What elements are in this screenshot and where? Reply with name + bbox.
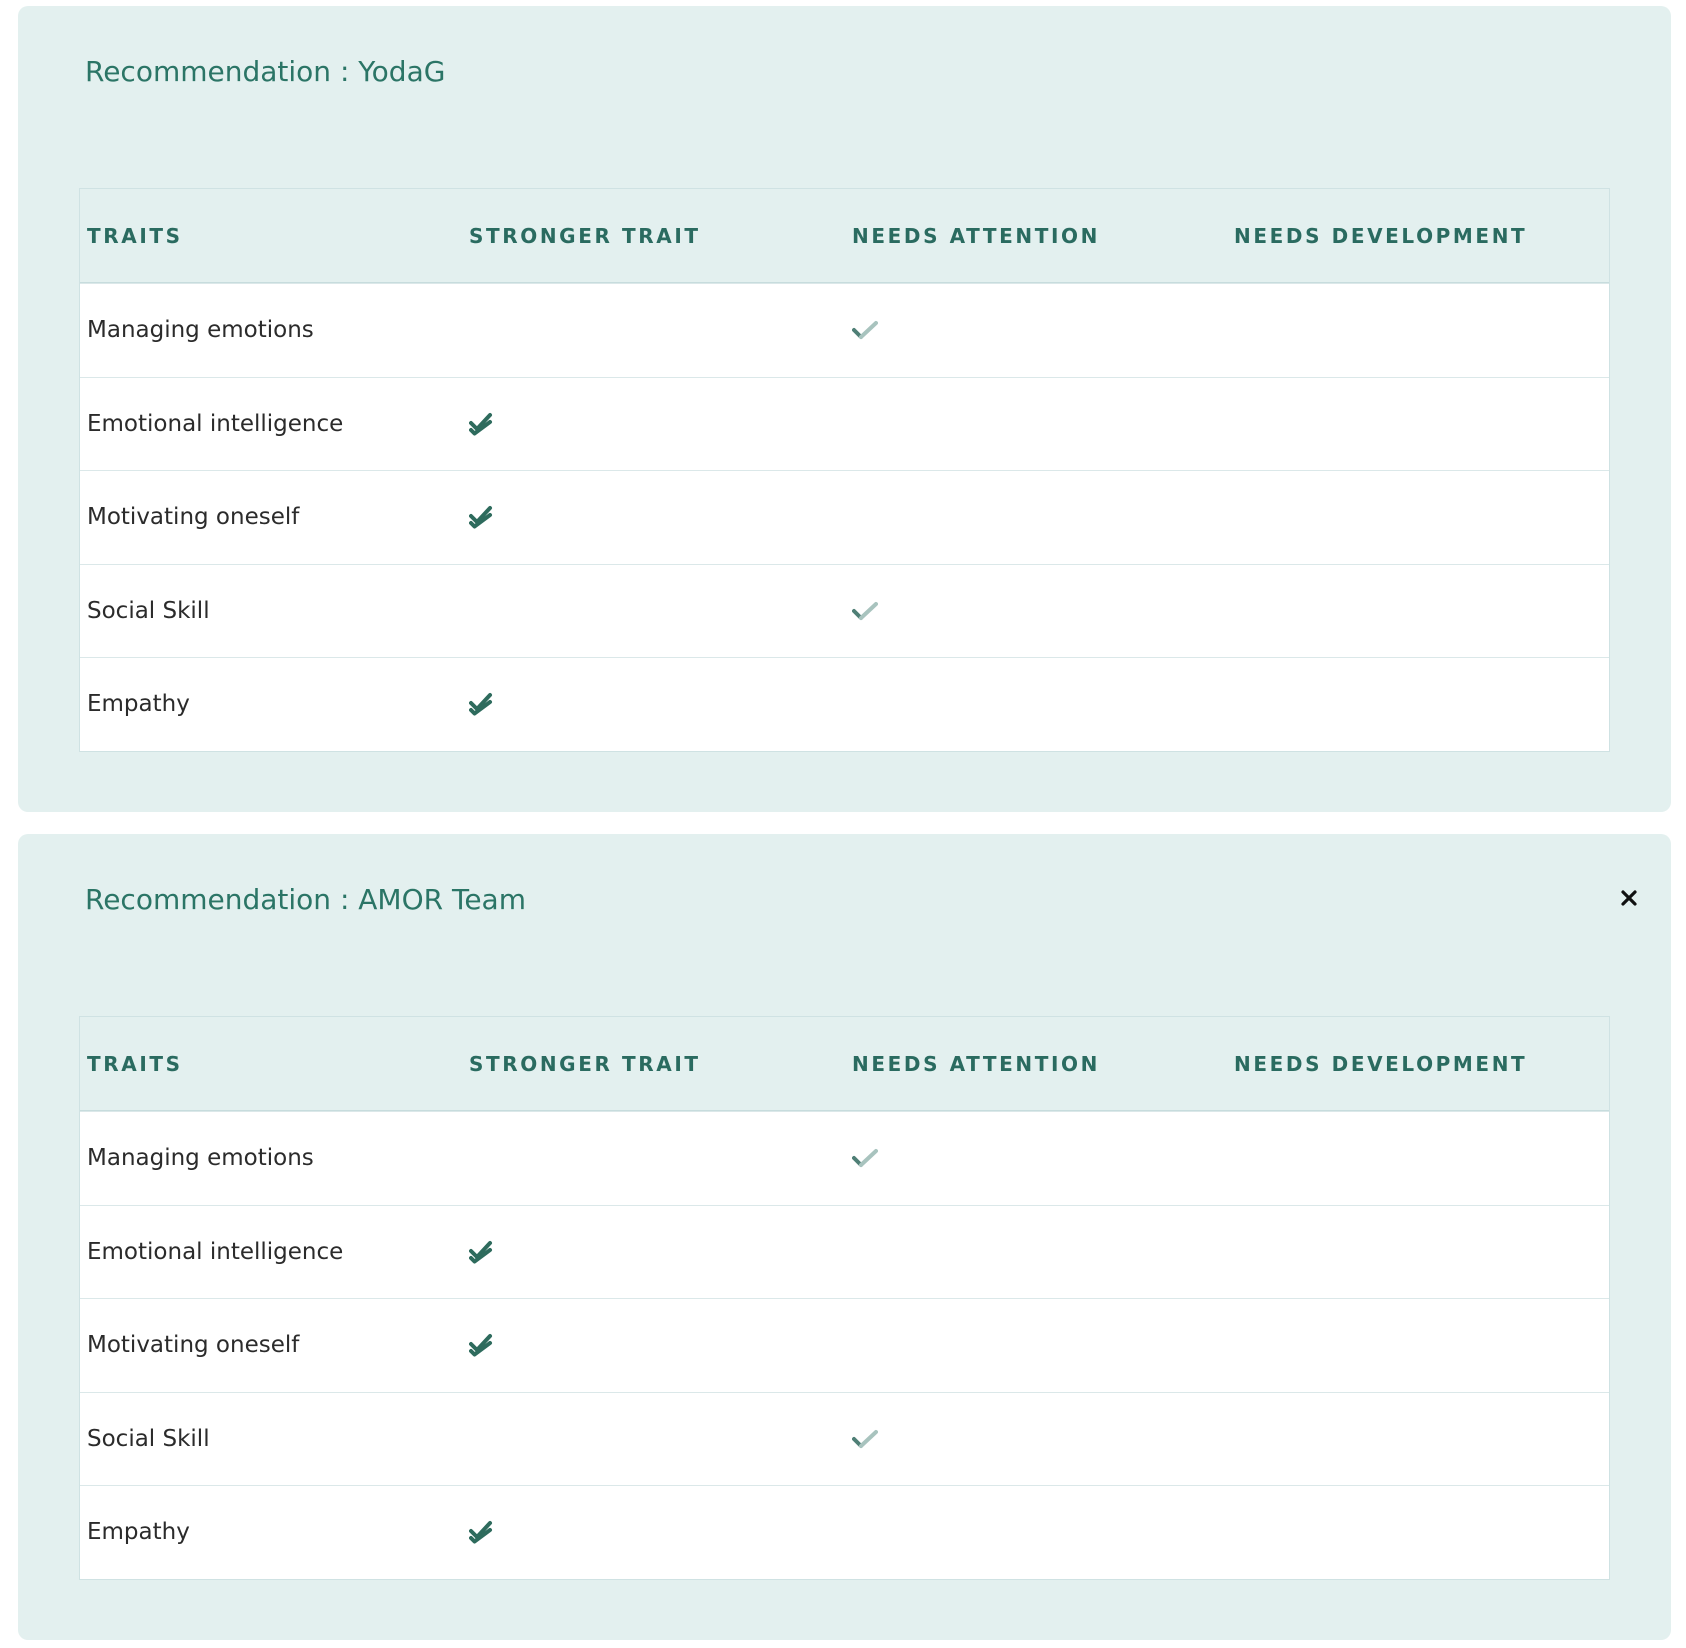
double-check-icon (469, 1521, 492, 1544)
column-header-stronger-trait: STRONGER TRAIT (469, 223, 701, 248)
trait-name: Managing emotions (87, 1145, 314, 1172)
needs-attention-cell (845, 284, 1227, 377)
table-row: Emotional intelligence (80, 1204, 1609, 1299)
trait-cell: Social Skill (80, 565, 462, 658)
needs-attention-cell (845, 1112, 1227, 1205)
stronger-trait-cell (462, 565, 845, 658)
trait-name: Motivating oneself (87, 1332, 300, 1359)
close-button[interactable] (1617, 886, 1641, 910)
trait-name: Empathy (87, 691, 190, 718)
traits-table: TRAITS STRONGER TRAIT NEEDS ATTENTION NE… (79, 188, 1610, 752)
stronger-trait-cell (462, 658, 845, 751)
needs-attention-cell (845, 1486, 1227, 1579)
stronger-trait-cell (462, 378, 845, 471)
needs-development-cell (1227, 1486, 1609, 1579)
traits-table: TRAITS STRONGER TRAIT NEEDS ATTENTION NE… (79, 1016, 1610, 1580)
check-icon (852, 1149, 878, 1168)
column-header-needs-attention: NEEDS ATTENTION (852, 1051, 1100, 1076)
trait-cell: Social Skill (80, 1393, 462, 1486)
double-check-icon (469, 693, 492, 716)
stronger-trait-cell (462, 1393, 845, 1486)
column-header-needs-development: NEEDS DEVELOPMENT (1234, 223, 1528, 248)
needs-attention-cell (845, 658, 1227, 751)
table-row: Motivating oneself (80, 470, 1609, 564)
table-row: Social Skill (80, 563, 1609, 658)
needs-attention-cell (845, 1299, 1227, 1392)
needs-development-cell (1227, 1299, 1609, 1392)
check-icon (852, 1429, 878, 1448)
needs-development-cell (1227, 565, 1609, 658)
needs-development-cell (1227, 471, 1609, 564)
trait-cell: Emotional intelligence (80, 1206, 462, 1299)
table-row: Empathy (80, 657, 1609, 751)
needs-development-cell (1227, 1206, 1609, 1299)
double-check-icon (469, 412, 492, 436)
table-row: Managing emotions (80, 1111, 1609, 1205)
check-icon (852, 321, 878, 340)
needs-development-cell (1227, 1112, 1609, 1205)
recommendation-panel: Recommendation : AMOR Team TRAITS STRONG… (18, 834, 1671, 1640)
table-row: Social Skill (80, 1391, 1609, 1486)
close-icon (1621, 890, 1637, 906)
column-header-traits: TRAITS (87, 1051, 183, 1076)
check-icon (852, 601, 878, 620)
recommendation-panel: Recommendation : YodaG TRAITS STRONGER T… (18, 6, 1671, 812)
double-check-icon (469, 1240, 492, 1264)
trait-cell: Managing emotions (80, 1112, 462, 1205)
table-row: Motivating oneself (80, 1298, 1609, 1392)
trait-name: Emotional intelligence (87, 410, 344, 437)
trait-cell: Empathy (80, 658, 462, 751)
needs-development-cell (1227, 1393, 1609, 1486)
double-check-icon (469, 1334, 492, 1357)
trait-name: Social Skill (87, 1425, 210, 1452)
needs-development-cell (1227, 284, 1609, 377)
needs-attention-cell (845, 1393, 1227, 1486)
trait-name: Motivating oneself (87, 504, 300, 531)
trait-name: Emotional intelligence (87, 1238, 344, 1265)
table-header-row: TRAITS STRONGER TRAIT NEEDS ATTENTION NE… (80, 1017, 1609, 1111)
stronger-trait-cell (462, 471, 845, 564)
needs-attention-cell (845, 1206, 1227, 1299)
table-header-row: TRAITS STRONGER TRAIT NEEDS ATTENTION NE… (80, 189, 1609, 283)
panel-title: Recommendation : YodaG (85, 55, 446, 88)
trait-cell: Motivating oneself (80, 1299, 462, 1392)
column-header-needs-development: NEEDS DEVELOPMENT (1234, 1051, 1528, 1076)
needs-attention-cell (845, 378, 1227, 471)
table-row: Empathy (80, 1485, 1609, 1579)
stronger-trait-cell (462, 1206, 845, 1299)
needs-attention-cell (845, 565, 1227, 658)
column-header-needs-attention: NEEDS ATTENTION (852, 223, 1100, 248)
trait-cell: Motivating oneself (80, 471, 462, 564)
trait-cell: Empathy (80, 1486, 462, 1579)
trait-name: Empathy (87, 1519, 190, 1546)
needs-development-cell (1227, 658, 1609, 751)
needs-development-cell (1227, 378, 1609, 471)
stronger-trait-cell (462, 284, 845, 377)
stronger-trait-cell (462, 1486, 845, 1579)
trait-name: Social Skill (87, 597, 210, 624)
stronger-trait-cell (462, 1299, 845, 1392)
trait-cell: Emotional intelligence (80, 378, 462, 471)
column-header-stronger-trait: STRONGER TRAIT (469, 1051, 701, 1076)
panel-title: Recommendation : AMOR Team (85, 883, 526, 916)
needs-attention-cell (845, 471, 1227, 564)
trait-name: Managing emotions (87, 317, 314, 344)
double-check-icon (469, 506, 492, 529)
table-row: Managing emotions (80, 283, 1609, 377)
column-header-traits: TRAITS (87, 223, 183, 248)
trait-cell: Managing emotions (80, 284, 462, 377)
table-row: Emotional intelligence (80, 376, 1609, 471)
stronger-trait-cell (462, 1112, 845, 1205)
